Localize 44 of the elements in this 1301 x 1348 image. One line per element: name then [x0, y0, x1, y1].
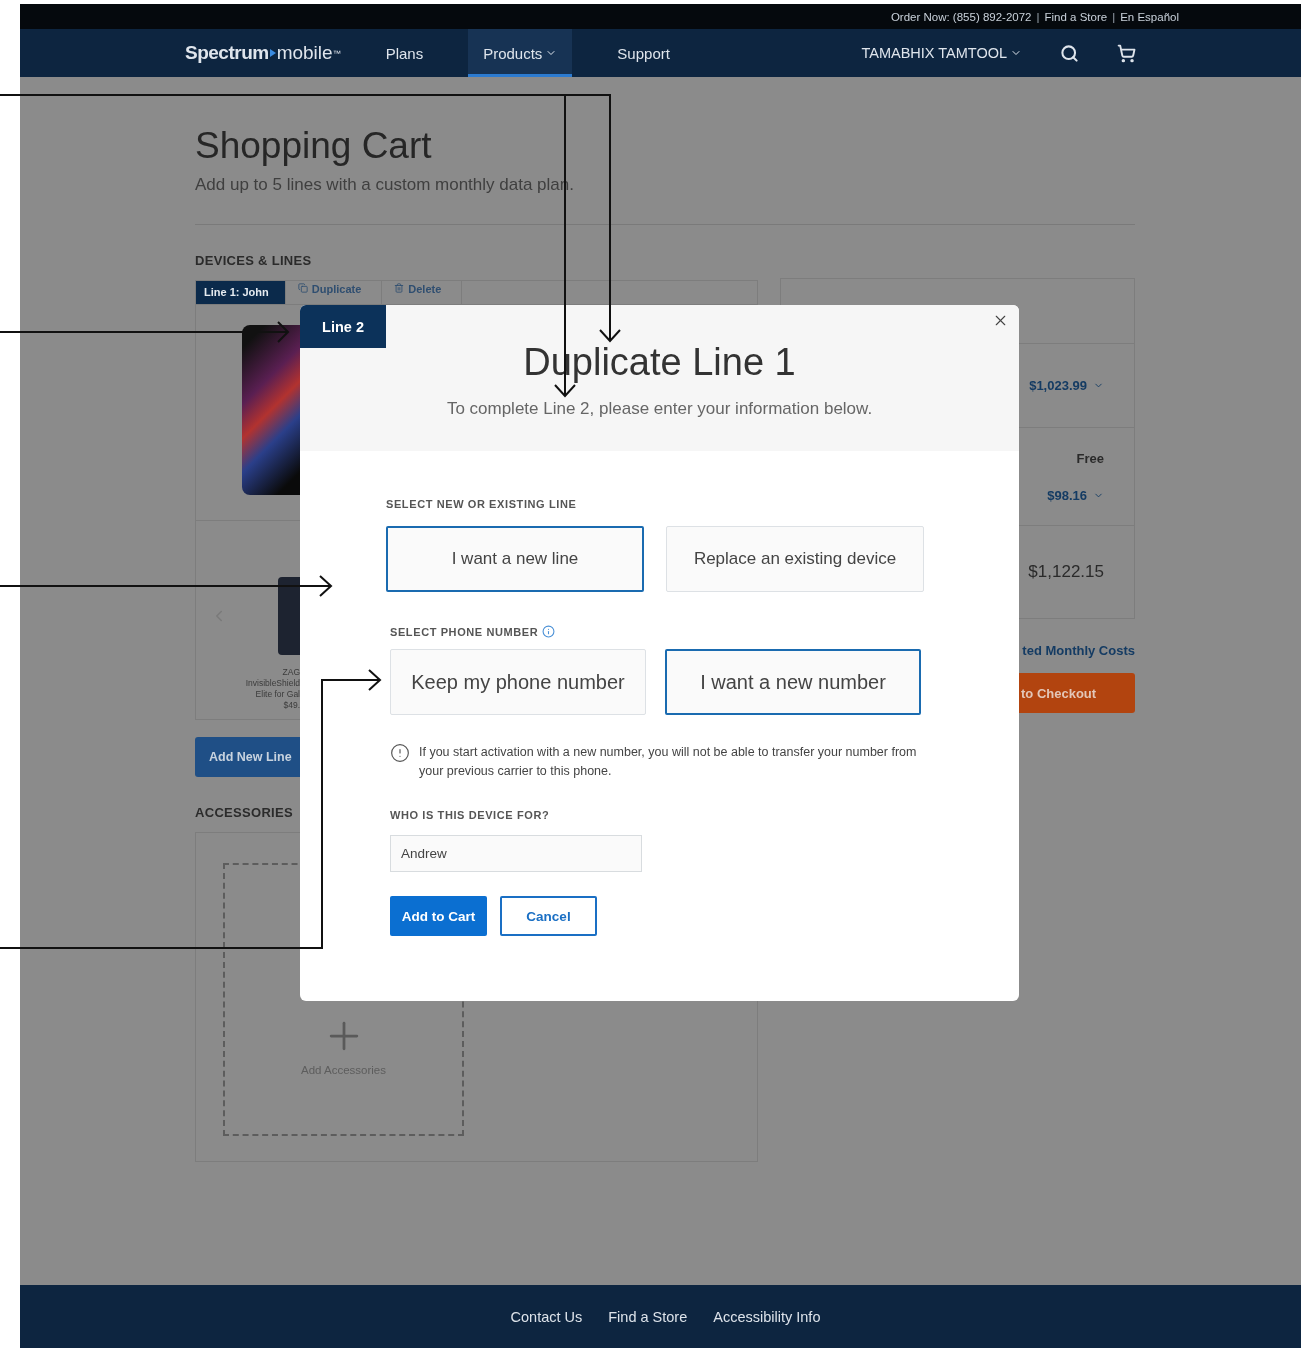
option-button[interactable]: I want a new number — [665, 649, 921, 715]
accessory-price: $49. — [283, 700, 300, 711]
cancel-button[interactable]: Cancel — [500, 896, 597, 936]
accessory-brand: ZAG — [282, 667, 300, 678]
page-title: Shopping Cart — [195, 124, 433, 168]
info-icon[interactable] — [542, 625, 556, 638]
add-line-button[interactable]: Add New Line — [195, 737, 300, 777]
add-to-cart-button[interactable]: Add to Cart — [390, 896, 487, 936]
account-menu[interactable]: TAMABHIX TAMTOOL — [861, 45, 1022, 61]
nav-link[interactable]: Products — [468, 29, 573, 77]
logo[interactable]: Spectrum mobile$^{™}$ — [185, 29, 341, 77]
field-label: SELECT PHONE NUMBER — [390, 625, 539, 638]
accessory-name: InvisibleShield — [245, 678, 300, 689]
field-label: SELECT NEW OR EXISTING LINE — [386, 498, 577, 510]
trash-icon — [394, 283, 405, 293]
modal-subtitle: To complete Line 2, please enter your information below. — [446, 399, 873, 419]
footer-link[interactable]: Contact Us — [510, 1308, 583, 1325]
top-link[interactable]: Find a Store — [1044, 10, 1108, 23]
line-tab[interactable]: Line 1: John — [196, 281, 286, 304]
checkout-button[interactable]: to Checkout — [1019, 673, 1135, 713]
name-input-field[interactable]: Andrew — [390, 835, 642, 872]
footer-link[interactable]: Find a Store — [608, 1308, 688, 1325]
search-icon[interactable] — [1060, 43, 1079, 63]
nav-link[interactable]: Support — [602, 29, 685, 77]
footer-link[interactable]: Accessibility Info — [713, 1308, 821, 1325]
top-link[interactable]: En Español — [1120, 10, 1179, 23]
copy-icon — [297, 283, 308, 293]
top-link[interactable]: Order Now: (855) 892-2072 — [890, 10, 1032, 23]
summary-price: Free — [1076, 450, 1104, 466]
section-heading: DEVICES & LINES — [195, 253, 313, 268]
nav-link[interactable]: Plans — [370, 29, 439, 77]
line-tag: Line 2 — [300, 305, 386, 348]
option-button[interactable]: I want a new line — [386, 526, 644, 592]
summary-total: $1,122.15 — [1028, 562, 1104, 582]
notice-text: If you start activation with a new number, you will not be able to transfer your number from your previous carrier to this phone. — [419, 744, 918, 780]
field-label: WHO IS THIS DEVICE FOR? — [390, 809, 550, 821]
cart-icon[interactable] — [1117, 43, 1136, 63]
section-heading: ACCESSORIES — [195, 805, 293, 820]
alert-icon — [390, 743, 410, 763]
option-button[interactable]: Replace an existing device — [666, 526, 924, 592]
separator: | — [1112, 10, 1116, 23]
accessory-detail: Elite for Gal — [255, 689, 300, 700]
option-button[interactable]: Keep my phone number — [390, 649, 646, 715]
separator: | — [1036, 10, 1040, 23]
